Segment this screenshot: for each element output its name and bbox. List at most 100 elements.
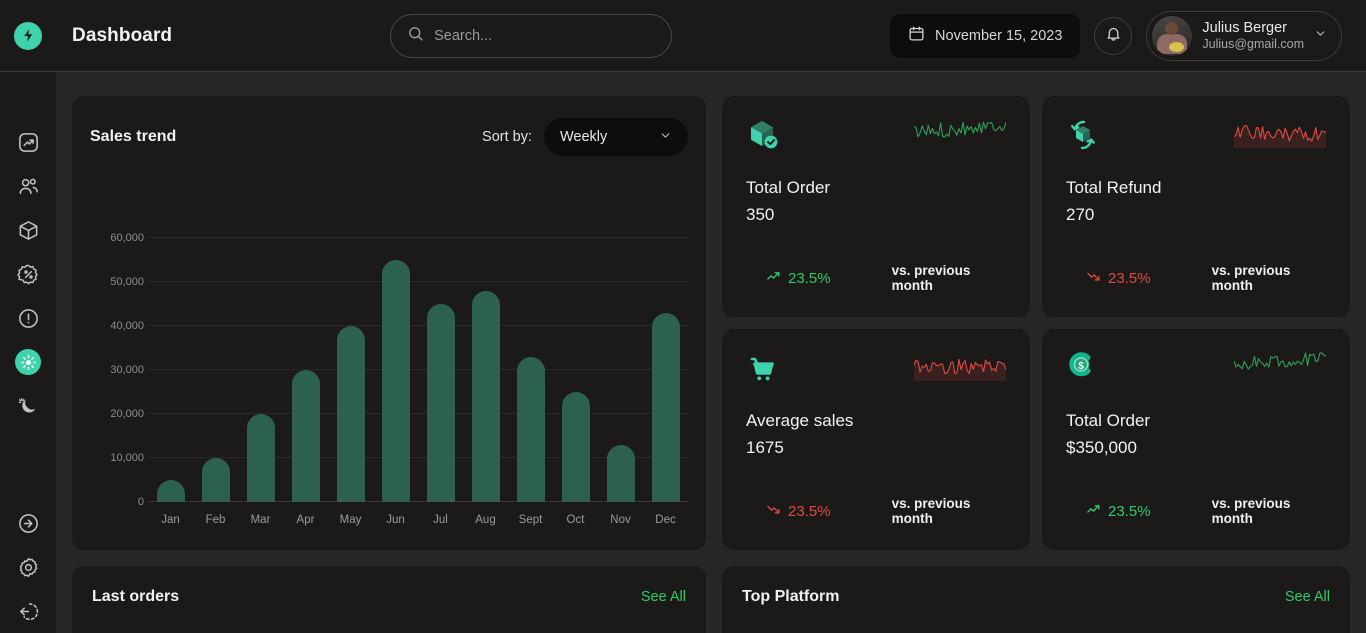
sidebar-item-analytics[interactable] [0, 120, 56, 164]
bar-column[interactable]: Jun [373, 238, 418, 526]
search-input[interactable] [434, 27, 656, 44]
bar-column[interactable]: Mar [238, 238, 283, 526]
bar[interactable] [336, 326, 365, 502]
y-axis-tick-label: 50,000 [110, 276, 144, 288]
bar-column[interactable]: Jan [148, 238, 193, 526]
discount-badge-icon [15, 261, 41, 287]
sidebar-item-dark-mode[interactable] [0, 384, 56, 428]
grid-icon [15, 85, 41, 111]
bar[interactable] [291, 370, 320, 502]
stat-card-label: Total Refund [1066, 178, 1162, 197]
sparkline-chart [1233, 118, 1327, 148]
top-header: Dashboard November 15, 202 [0, 0, 1366, 72]
date-picker-value: November 15, 2023 [935, 27, 1063, 44]
svg-text:$: $ [1078, 360, 1084, 372]
stat-card-comparison: vs. previous month [1211, 263, 1291, 293]
sidebar-item-dashboard[interactable] [0, 76, 56, 120]
alert-circle-icon [15, 305, 41, 331]
see-all-link[interactable]: See All [641, 589, 686, 605]
bar[interactable] [516, 356, 545, 502]
bar-chart: 0 10,000 20,000 30,000 40,000 50,000 60,000 Jan… [90, 232, 688, 532]
bar[interactable] [561, 392, 590, 502]
package-check-icon [746, 118, 780, 152]
bar-column[interactable]: Oct [553, 238, 598, 526]
bar-column[interactable]: Apr [283, 238, 328, 526]
date-picker[interactable]: November 15, 2023 [890, 13, 1081, 58]
sparkline-chart [913, 351, 1007, 381]
bar[interactable] [606, 444, 635, 502]
sidebar-item-discounts[interactable] [0, 252, 56, 296]
panel-header: Last orders See All [92, 588, 686, 606]
lightning-bolt-icon [14, 21, 42, 50]
bottom-row: Last orders See All Top Platform See All [72, 566, 1366, 633]
bar-column[interactable]: Dec [643, 238, 688, 526]
see-all-link[interactable]: See All [1285, 589, 1330, 605]
sun-icon [15, 349, 41, 375]
x-axis-tick-label: May [339, 514, 362, 526]
sales-trend-card: Sales trend Sort by: Weekly 0 10,000 20,… [72, 96, 706, 550]
stat-card-footer: 23.5% vs. previous month [746, 496, 1006, 528]
stat-card-delta: 23.5% [746, 502, 892, 521]
arrow-trend-up-icon [766, 269, 781, 288]
y-axis-tick-label: 60,000 [110, 232, 144, 244]
stat-card-delta-value: 23.5% [788, 269, 831, 287]
bar[interactable] [426, 304, 455, 502]
body-row: Sales trend Sort by: Weekly 0 10,000 20,… [0, 72, 1366, 633]
sidebar-item-logout[interactable] [0, 589, 56, 633]
stat-card-delta-value: 23.5% [1108, 502, 1151, 520]
y-axis-tick-label: 10,000 [110, 452, 144, 464]
header-right: November 15, 2023 Julius Berger Julius@g… [890, 10, 1366, 61]
stat-card-delta: 23.5% [746, 269, 892, 288]
bar-column[interactable]: Feb [193, 238, 238, 526]
stat-card-comparison: vs. previous month [1211, 496, 1291, 526]
user-profile-menu[interactable]: Julius Berger Julius@gmail.com [1146, 10, 1342, 61]
stat-card-footer: 23.5% vs. previous month [746, 263, 1006, 295]
stat-card: Total Refund 270 23.5% vs. previous mont… [1042, 96, 1350, 317]
stat-card-top [1066, 118, 1327, 152]
stat-card: Total Order 350 23.5% vs. previous month [722, 96, 1030, 317]
x-axis-tick-label: Mar [250, 514, 271, 526]
app-logo[interactable] [0, 21, 56, 50]
sidebar-item-settings[interactable] [0, 545, 56, 589]
stat-card-value: 350 [746, 205, 775, 224]
search-box[interactable] [390, 13, 673, 58]
bar[interactable] [156, 480, 185, 502]
stat-card-top [746, 351, 1007, 385]
sparkline-chart [913, 118, 1007, 148]
bar-column[interactable]: Jul [418, 238, 463, 526]
bar[interactable] [651, 312, 680, 502]
sidebar-item-products[interactable] [0, 208, 56, 252]
sidebar-item-customers[interactable] [0, 164, 56, 208]
bar-column[interactable]: Nov [598, 238, 643, 526]
sidebar-item-collapse[interactable] [0, 501, 56, 545]
bar-column[interactable]: Sept [508, 238, 553, 526]
bar[interactable] [381, 260, 410, 502]
arrow-trend-down-icon [1086, 269, 1101, 288]
sort-by-label: Sort by: [482, 129, 532, 145]
bar-column[interactable]: Aug [463, 238, 508, 526]
sort-by-select[interactable]: Weekly [544, 118, 688, 156]
x-axis-tick-label: Sept [518, 514, 543, 526]
notifications-button[interactable] [1094, 16, 1133, 55]
x-axis-tick-label: Apr [296, 514, 315, 526]
sidebar-item-light-mode[interactable] [0, 340, 56, 384]
stat-card-comparison: vs. previous month [891, 263, 971, 293]
bar[interactable] [471, 290, 500, 502]
chart-header: Sales trend Sort by: Weekly [90, 118, 688, 156]
sidebar-item-alerts[interactable] [0, 296, 56, 340]
profile-email: Julius@gmail.com [1202, 36, 1304, 51]
top-row: Sales trend Sort by: Weekly 0 10,000 20,… [72, 96, 1366, 550]
chart-title: Sales trend [90, 128, 177, 145]
main-content: Sales trend Sort by: Weekly 0 10,000 20,… [56, 72, 1366, 633]
stat-card-top: $ [1066, 351, 1327, 385]
bar[interactable] [201, 458, 230, 502]
stat-card-label: Average sales [746, 411, 854, 430]
y-axis-tick-label: 40,000 [110, 320, 144, 333]
top-platform-panel: Top Platform See All [722, 566, 1350, 633]
last-orders-panel: Last orders See All [72, 566, 706, 633]
bar-column[interactable]: May [328, 238, 373, 526]
arrow-trend-down-icon [766, 502, 781, 521]
stat-card-value: 270 [1066, 205, 1095, 224]
y-axis-tick-label: 20,000 [110, 408, 144, 421]
bar[interactable] [246, 414, 275, 502]
